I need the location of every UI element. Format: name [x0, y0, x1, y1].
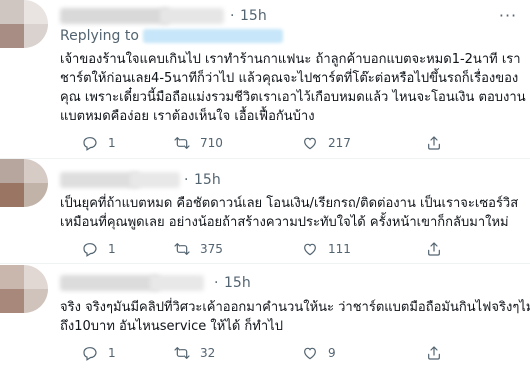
tweet-text-line: คุณ เพราะเดี๋ยวนี้มือถือแม่งรวมชีวิตเราเ… [60, 90, 526, 105]
retweet-button[interactable]: 32 [174, 343, 215, 363]
tweet-actions: 1 375 111 [60, 239, 520, 259]
like-count: 9 [328, 346, 336, 360]
share-button[interactable] [426, 239, 442, 259]
tweet-3[interactable]: · 15h จริง จริงๆมันมีคลิปที่วิศวะเค้าออก… [0, 264, 530, 370]
tweet-text: เจ้าของร้านใจแคบเกินไป เราทำร้านกาแฟนะ ถ… [60, 50, 526, 126]
replying-to-label: Replying to [60, 28, 139, 44]
like-count: 111 [328, 242, 351, 256]
separator-dot: · [214, 275, 219, 291]
tweet-header: · 15h [60, 275, 300, 293]
reply-button[interactable]: 1 [82, 343, 116, 363]
tweet-text-line: เป็นยุคที่ถ้าแบตหมด คือชัตดาวน์เลย โอนเง… [60, 196, 519, 211]
share-button[interactable] [426, 133, 442, 153]
author-name-redacted[interactable] [60, 8, 170, 24]
tweet-text-line: เจ้าของร้านใจแคบเกินไป เราทำร้านกาแฟนะ ถ… [60, 52, 521, 67]
tweet-text: เป็นยุคที่ถ้าแบตหมด คือชัตดาวน์เลย โอนเง… [60, 194, 518, 232]
tweet-text-line: ถึง10บาท อันไหนservice ให้ได้ ก็ทำไป [60, 319, 283, 334]
tweet-2[interactable]: · 15h เป็นยุคที่ถ้าแบตหมด คือชัตดาวน์เลย… [0, 159, 530, 263]
like-button[interactable]: 111 [302, 239, 351, 259]
tweet-timestamp[interactable]: 15h [224, 275, 251, 291]
retweet-button[interactable]: 710 [174, 133, 223, 153]
share-icon [428, 346, 440, 360]
tweet-text-line: เหมือนที่คุณพูดเลย อย่างน้อยถ้าสร้างความ… [60, 215, 509, 230]
reply-button[interactable]: 1 [82, 133, 116, 153]
author-name-redacted[interactable] [60, 172, 140, 188]
like-count: 217 [328, 136, 351, 150]
tweet-text-line: ชาร์ตให้ก่อนเลย4-5นาทีก็ว่าไป แล้วคุณจะไ… [60, 71, 519, 86]
share-icon [428, 242, 440, 256]
share-icon [428, 136, 440, 150]
avatar[interactable] [0, 159, 48, 207]
reply-count: 1 [108, 346, 116, 360]
author-handle-redacted [150, 275, 204, 291]
retweet-count: 375 [200, 242, 223, 256]
more-icon[interactable]: ··· [496, 6, 520, 25]
tweet-header: · 15h [60, 172, 300, 190]
tweet-text-line: จริง จริงๆมันมีคลิปที่วิศวะเค้าออกมาคำนว… [60, 300, 530, 315]
reply-icon [83, 347, 97, 361]
retweet-icon [174, 137, 190, 149]
tweet-timestamp[interactable]: 15h [194, 172, 221, 188]
author-name-redacted[interactable] [60, 275, 160, 291]
retweet-icon [174, 347, 190, 359]
avatar[interactable] [0, 0, 48, 48]
avatar[interactable] [0, 265, 48, 313]
reply-icon [83, 137, 97, 151]
replying-to: Replying to [60, 28, 283, 44]
heart-icon [304, 243, 316, 256]
share-button[interactable] [426, 343, 442, 363]
tweet-actions: 1 710 217 [60, 133, 520, 153]
separator-dot: · [230, 8, 235, 24]
reply-count: 1 [108, 242, 116, 256]
tweet-1[interactable]: · 15h ··· Replying to เจ้าของร้านใจแคบเก… [0, 0, 530, 158]
reply-button[interactable]: 1 [82, 239, 116, 259]
like-button[interactable]: 217 [302, 133, 351, 153]
author-handle-redacted [130, 172, 180, 188]
tweet-text-line: แบตหมดคือง่อย เราต้องเห็นใจ เอื้อเฟื้อกั… [60, 109, 315, 124]
reply-count: 1 [108, 136, 116, 150]
replying-to-handle-redacted[interactable] [142, 29, 283, 43]
reply-icon [83, 243, 97, 257]
retweet-icon [174, 243, 190, 255]
author-handle-redacted [160, 8, 224, 24]
separator-dot: · [184, 172, 189, 188]
tweet-actions: 1 32 9 [60, 343, 520, 363]
heart-icon [304, 347, 316, 360]
retweet-button[interactable]: 375 [174, 239, 223, 259]
tweet-text: จริง จริงๆมันมีคลิปที่วิศวะเค้าออกมาคำนว… [60, 298, 530, 336]
like-button[interactable]: 9 [302, 343, 336, 363]
retweet-count: 710 [200, 136, 223, 150]
tweet-header: · 15h [60, 8, 500, 26]
heart-icon [304, 137, 316, 150]
tweet-timestamp[interactable]: 15h [240, 8, 267, 24]
retweet-count: 32 [200, 346, 216, 360]
